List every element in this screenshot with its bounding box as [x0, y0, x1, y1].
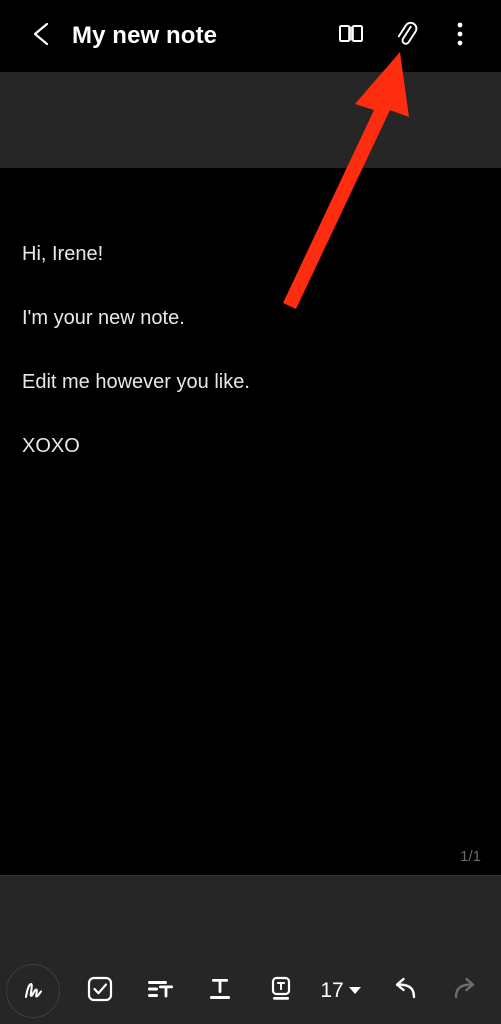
- book-icon: [338, 22, 364, 51]
- chevron-left-icon: [31, 21, 53, 52]
- reading-view-button[interactable]: [331, 16, 371, 56]
- page-title: My new note: [72, 22, 218, 49]
- note-content-area[interactable]: Hi, Irene! I'm your new note. Edit me ho…: [0, 168, 501, 875]
- paperclip-icon: [392, 20, 420, 53]
- redo-button[interactable]: [437, 963, 493, 1019]
- bottom-panel: 17: [0, 875, 501, 1024]
- undo-icon: [390, 976, 420, 1007]
- text-highlight-icon: [266, 974, 296, 1009]
- note-meta-band: [0, 72, 501, 168]
- formatting-toolbar: 17: [0, 963, 501, 1019]
- font-size-value: 17: [320, 979, 344, 1002]
- text-style-button[interactable]: [192, 963, 248, 1019]
- checklist-button[interactable]: [72, 963, 128, 1019]
- app-header: My new note: [0, 0, 501, 72]
- paragraph-format-icon: [145, 974, 175, 1009]
- checkbox-icon: [85, 974, 115, 1009]
- font-size-control[interactable]: 17: [320, 979, 361, 1003]
- note-editor-screen: My new note Hi, Irene! I'm your new note…: [0, 0, 501, 1024]
- page-indicator: 1/1: [460, 848, 481, 865]
- note-line: Edit me however you like.: [22, 371, 250, 393]
- back-button[interactable]: [22, 16, 62, 56]
- note-text-block[interactable]: Hi, Irene! I'm your new note. Edit me ho…: [22, 240, 462, 496]
- text-style-icon: [205, 974, 235, 1009]
- more-options-button[interactable]: [440, 16, 480, 56]
- note-line: Hi, Irene!: [22, 243, 104, 265]
- attach-button[interactable]: [386, 16, 426, 56]
- more-vertical-icon: [457, 21, 463, 52]
- text-background-button[interactable]: [253, 963, 309, 1019]
- undo-button[interactable]: [377, 963, 433, 1019]
- paragraph-style-button[interactable]: [132, 963, 188, 1019]
- redo-icon: [450, 976, 480, 1007]
- handwriting-icon: [6, 964, 60, 1018]
- note-line: XOXO: [22, 435, 80, 457]
- handwriting-button[interactable]: [5, 963, 61, 1019]
- chevron-down-icon: [348, 982, 362, 1000]
- font-size-selector[interactable]: 17: [305, 963, 377, 1019]
- note-line: I'm your new note.: [22, 307, 185, 329]
